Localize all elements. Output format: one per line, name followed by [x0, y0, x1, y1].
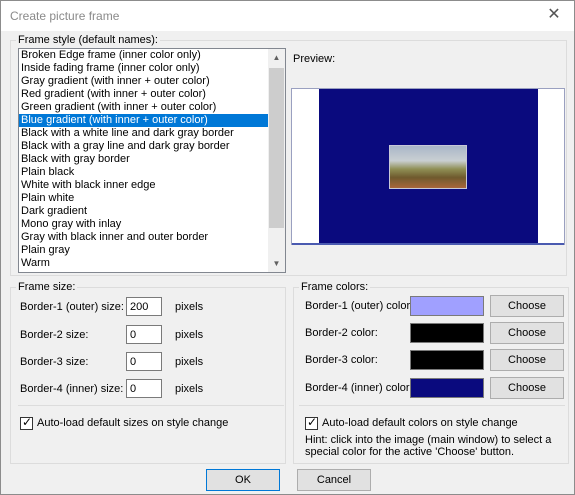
frame-colors-divider — [299, 405, 565, 406]
frame-style-legend: Frame style (default names): — [16, 34, 160, 46]
border-2-color-swatch — [410, 323, 484, 343]
border-2-choose-button[interactable]: Choose — [490, 322, 564, 344]
scroll-up-icon[interactable]: ▲ — [268, 49, 285, 66]
list-item[interactable]: Inside fading frame (inner color only) — [19, 62, 269, 75]
border-4-color-swatch — [410, 378, 484, 398]
list-item[interactable]: Plain black — [19, 166, 269, 179]
border-3-size-input[interactable] — [126, 352, 162, 371]
pixels-unit-label: pixels — [175, 301, 204, 313]
border-1-color-swatch — [410, 296, 484, 316]
frame-size-divider — [18, 405, 284, 406]
autoload-colors-checkbox[interactable]: ✓ — [305, 415, 318, 430]
preview-label: Preview: — [293, 53, 336, 65]
border-2-size-input[interactable] — [126, 325, 162, 344]
autoload-sizes-label[interactable]: Auto-load default sizes on style change — [37, 417, 228, 429]
frame-style-list: Broken Edge frame (inner color only) Insi… — [19, 49, 269, 270]
scroll-down-icon[interactable]: ▼ — [268, 255, 285, 272]
scroll-thumb[interactable] — [269, 68, 284, 228]
border-4-size-label: Border-4 (inner) size: — [20, 383, 124, 395]
border-4-size-input[interactable] — [126, 379, 162, 398]
border-3-color-swatch — [410, 350, 484, 370]
list-scrollbar[interactable]: ▲ ▼ — [268, 49, 285, 272]
frame-colors-legend: Frame colors: — [299, 281, 371, 293]
list-item[interactable]: Green gradient (with inner + outer color… — [19, 101, 269, 114]
check-icon: ✓ — [22, 415, 33, 429]
list-item[interactable]: Black with gray border — [19, 153, 269, 166]
window-title: Create picture frame — [10, 9, 120, 23]
list-item[interactable]: Gray gradient (with inner + outer color) — [19, 75, 269, 88]
border-4-color-label: Border-4 (inner) color: — [305, 382, 413, 394]
border-4-choose-button[interactable]: Choose — [490, 377, 564, 399]
list-item[interactable]: Black with a white line and dark gray bo… — [19, 127, 269, 140]
title-bar: Create picture frame ✕ — [1, 1, 574, 31]
list-item[interactable]: Red gradient (with inner + outer color) — [19, 88, 269, 101]
preview-image — [291, 88, 565, 245]
border-1-size-input[interactable] — [126, 297, 162, 316]
pixels-unit-label: pixels — [175, 329, 204, 341]
list-item[interactable]: Black with a gray line and dark gray bor… — [19, 140, 269, 153]
list-item[interactable]: Blue gradient (with inner + outer color) — [19, 114, 269, 127]
pixels-unit-label: pixels — [175, 356, 204, 368]
frame-style-listbox[interactable]: Broken Edge frame (inner color only) Insi… — [18, 48, 286, 273]
check-icon: ✓ — [307, 415, 318, 429]
border-3-size-label: Border-3 size: — [20, 356, 89, 368]
color-hint: Hint: click into the image (main window)… — [305, 434, 552, 458]
border-1-choose-button[interactable]: Choose — [490, 295, 564, 317]
list-item[interactable]: White with black inner edge — [19, 179, 269, 192]
preview-photo — [389, 145, 467, 189]
border-3-color-label: Border-3 color: — [305, 354, 378, 366]
ok-button[interactable]: OK — [206, 469, 280, 491]
cancel-button[interactable]: Cancel — [297, 469, 371, 491]
close-icon[interactable]: ✕ — [544, 5, 564, 25]
list-item[interactable]: Broken Edge frame (inner color only) — [19, 49, 269, 62]
list-item[interactable]: Dark gradient — [19, 205, 269, 218]
border-2-color-label: Border-2 color: — [305, 327, 378, 339]
create-picture-frame-dialog: Create picture frame ✕ Frame style (defa… — [0, 0, 575, 495]
border-1-color-label: Border-1 (outer) color: — [305, 300, 414, 312]
pixels-unit-label: pixels — [175, 383, 204, 395]
list-item[interactable]: Warm — [19, 257, 269, 270]
list-item[interactable]: Mono gray with inlay — [19, 218, 269, 231]
autoload-colors-label[interactable]: Auto-load default colors on style change — [322, 417, 518, 429]
list-item[interactable]: Plain white — [19, 192, 269, 205]
frame-size-legend: Frame size: — [16, 281, 78, 293]
autoload-sizes-checkbox[interactable]: ✓ — [20, 415, 33, 430]
list-item[interactable]: Plain gray — [19, 244, 269, 257]
list-item[interactable]: Gray with black inner and outer border — [19, 231, 269, 244]
preview-strip — [292, 243, 564, 245]
border-2-size-label: Border-2 size: — [20, 329, 89, 341]
border-1-size-label: Border-1 (outer) size: — [20, 301, 124, 313]
border-3-choose-button[interactable]: Choose — [490, 349, 564, 371]
